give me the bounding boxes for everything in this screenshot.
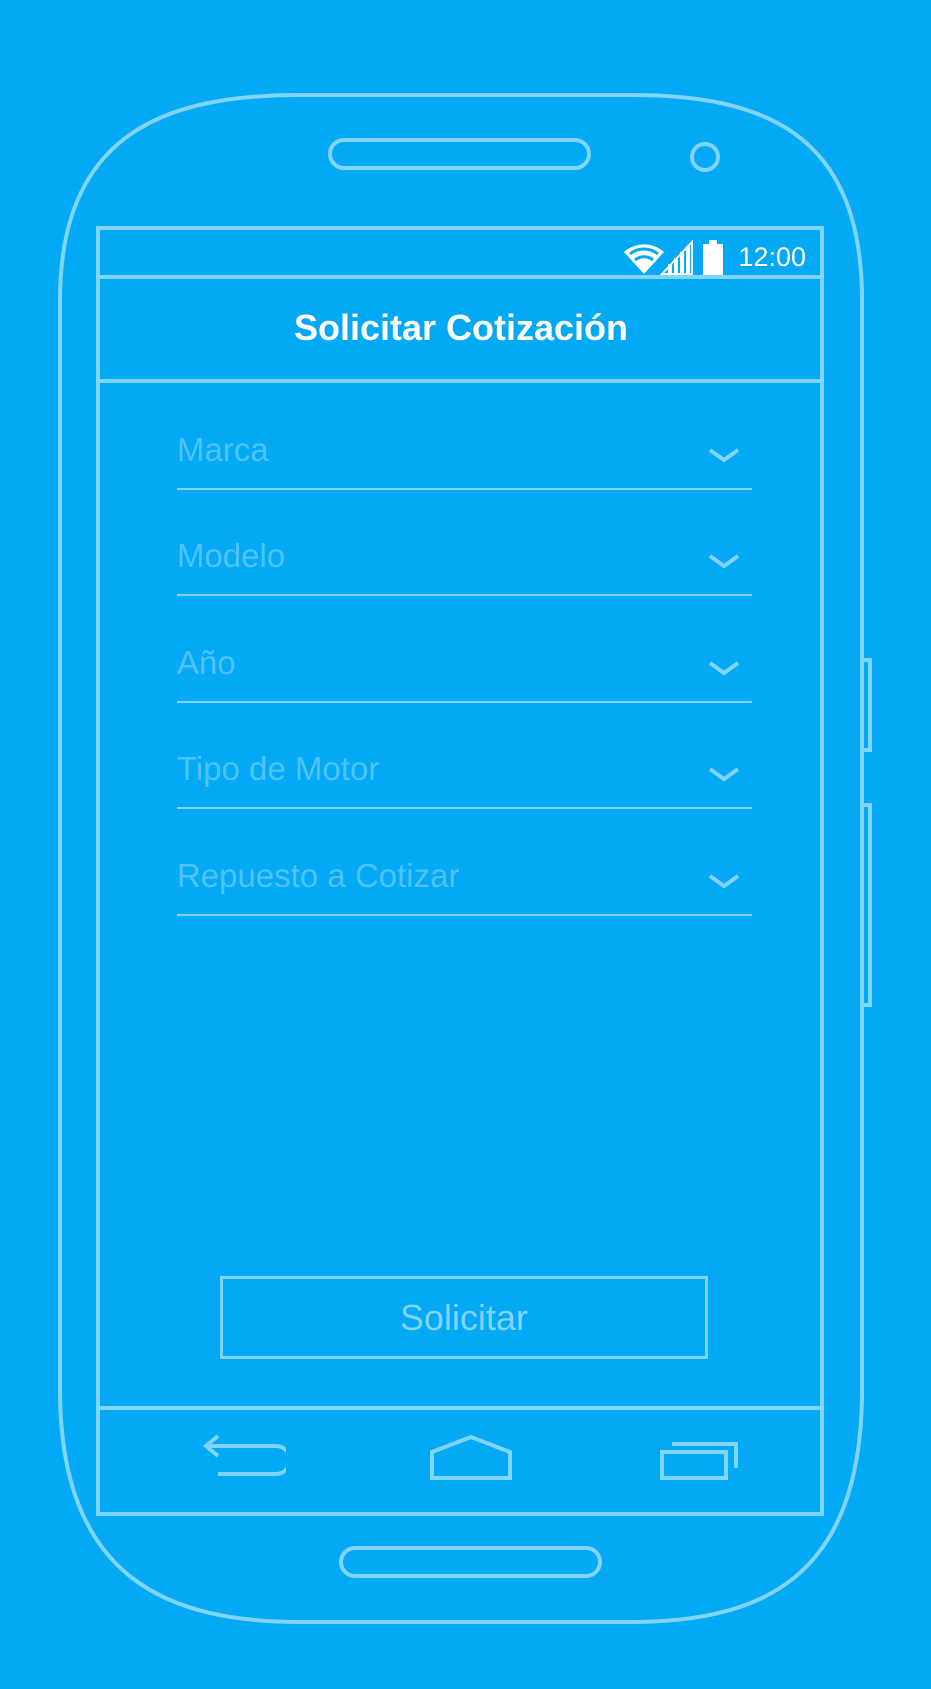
battery-icon — [703, 240, 723, 275]
model-dropdown[interactable]: Modelo — [177, 500, 752, 596]
model-placeholder: Modelo — [177, 537, 286, 574]
brand-dropdown[interactable]: Marca — [177, 394, 752, 490]
engine-type-dropdown[interactable]: Tipo de Motor — [177, 713, 752, 809]
part-placeholder: Repuesto a Cotizar — [177, 857, 460, 894]
submit-button[interactable]: Solicitar — [220, 1276, 708, 1359]
chevron-down-icon — [708, 767, 740, 782]
brand-placeholder: Marca — [177, 431, 269, 468]
wireframe-stage: 12:00 Solicitar Cotización Marca Modelo … — [0, 0, 931, 1689]
chevron-down-icon — [708, 448, 740, 463]
speaker-grille — [328, 138, 591, 170]
year-dropdown[interactable]: Año — [177, 607, 752, 703]
chevron-down-icon — [708, 874, 740, 889]
chevron-down-icon — [708, 554, 740, 569]
home-slot — [339, 1546, 602, 1578]
status-time: 12:00 — [738, 242, 806, 272]
engine-type-placeholder: Tipo de Motor — [177, 750, 380, 787]
signal-icon — [660, 240, 693, 275]
recents-icon[interactable] — [658, 1432, 744, 1482]
volume-button — [860, 658, 872, 752]
year-placeholder: Año — [177, 644, 236, 681]
chevron-down-icon — [708, 661, 740, 676]
front-camera — [690, 142, 720, 172]
back-icon[interactable] — [200, 1432, 286, 1482]
part-dropdown[interactable]: Repuesto a Cotizar — [177, 820, 752, 916]
page-title: Solicitar Cotización — [293, 307, 629, 348]
power-button — [860, 803, 872, 1007]
home-icon[interactable] — [428, 1432, 514, 1482]
